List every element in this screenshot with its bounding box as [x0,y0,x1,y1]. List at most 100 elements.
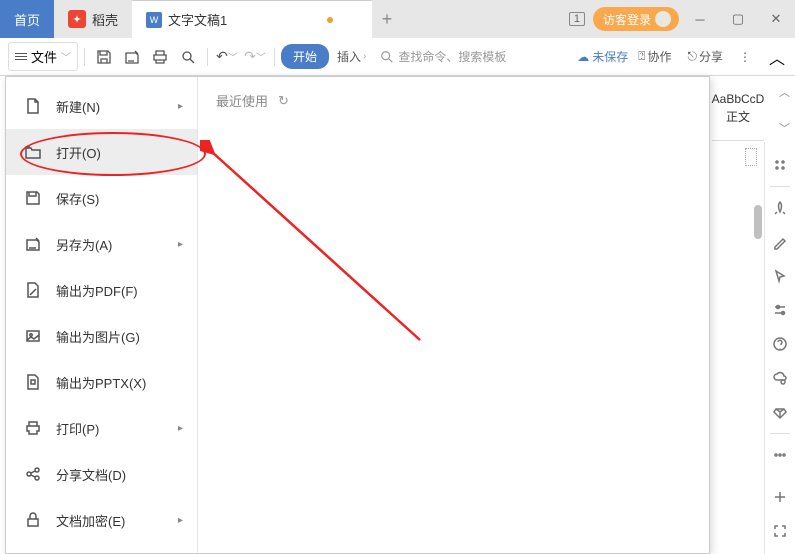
refresh-icon[interactable]: ↻ [278,93,289,109]
tab-home[interactable]: 首页 [0,0,54,38]
gem-icon[interactable] [765,395,795,429]
word-doc-icon: W [146,12,162,28]
search-icon [380,50,394,64]
plus-icon[interactable] [765,480,795,514]
style-scroll-up-icon[interactable]: ︿ [779,84,790,100]
more-button[interactable]: ⋮ [733,46,757,68]
separator [274,48,275,66]
cloud-icon: ☁ [577,50,589,64]
tab-docer[interactable]: ✦ 稻壳 [54,0,132,38]
share-icon: ⎋ [687,49,697,64]
style-preview-text: AaBbCcD [712,92,765,106]
lock-icon [24,511,42,529]
style-name: 正文 [726,108,750,125]
dots-icon[interactable] [765,438,795,472]
file-menu-recent-panel: 最近使用 ↻ [198,77,709,553]
menu-label: 打开(O) [56,143,101,162]
menu-label: 分享文档(D) [56,465,126,484]
preview-icon-button[interactable] [175,44,201,70]
menu-label: 新建(N) [56,97,100,116]
file-menu-button[interactable]: 文件 ﹀ [8,42,78,71]
chevron-right-icon: ▸ [178,239,183,250]
menu-encrypt[interactable]: 文档加密(E) ▸ [6,497,197,543]
collab-icon: ⍰ [638,49,645,64]
menu-save-as[interactable]: 另存为(A) ▸ [6,221,197,267]
unsaved-dot-icon [327,17,333,23]
menu-label: 另存为(A) [56,235,112,254]
pptx-icon [24,373,42,391]
file-menu-panel: 新建(N) ▸ 打开(O) 保存(S) 另存为(A) ▸ 输出为PDF(F) 输… [5,76,710,554]
chevron-right-icon: ▸ [178,101,183,112]
style-scroll-down-icon[interactable]: ﹀ [779,120,790,136]
menu-new[interactable]: 新建(N) ▸ [6,83,197,129]
menu-label: 输出为图片(G) [56,327,140,346]
side-rail [764,142,795,554]
save-icon-button[interactable] [91,44,117,70]
pdf-icon [24,281,42,299]
search-placeholder: 查找命令、搜索模板 [398,48,506,65]
recent-files-header: 最近使用 ↻ [216,91,691,110]
chevron-right-icon: ▸ [178,423,183,434]
scrollbar-thumb[interactable] [754,205,762,239]
file-menu-list: 新建(N) ▸ 打开(O) 保存(S) 另存为(A) ▸ 输出为PDF(F) 输… [6,77,198,553]
login-button[interactable]: 访客登录 [593,7,679,31]
menu-print[interactable]: 打印(P) ▸ [6,405,197,451]
minimize-button[interactable]: ─ [683,0,717,38]
tab-insert[interactable]: 插入 › [331,44,372,69]
share-button[interactable]: ⎋ 分享 [681,44,729,69]
menu-label: 输出为PPTX(X) [56,373,146,392]
menu-share-doc[interactable]: 分享文档(D) [6,451,197,497]
new-tab-button[interactable]: + [372,0,402,38]
rail-handle-icon[interactable] [765,148,795,182]
menu-save[interactable]: 保存(S) [6,175,197,221]
menu-label: 保存(S) [56,189,99,208]
collab-label: 协作 [647,48,671,65]
ruler-marker [745,148,757,166]
unsaved-label: 未保存 [592,48,628,65]
menu-export-pdf[interactable]: 输出为PDF(F) [6,267,197,313]
chevron-right-icon: › [363,51,366,62]
main-toolbar: 文件 ﹀ ↶﹀ ↷﹀ 开始 插入 › 查找命令、搜索模板 ☁ 未保存 ⍰ 协作 … [0,38,795,76]
unsaved-status[interactable]: ☁ 未保存 [577,48,628,65]
tab-document[interactable]: W 文字文稿1 [132,0,372,38]
redo-button[interactable]: ↷﹀ [242,44,268,70]
sliders-icon[interactable] [765,293,795,327]
toolbar-right: ☁ 未保存 ⍰ 协作 ⎋ 分享 ⋮ ︿ [577,44,787,69]
login-label: 访客登录 [603,11,651,28]
style-gallery-item[interactable]: AaBbCcD 正文 [712,76,764,141]
cursor-icon[interactable] [765,259,795,293]
chevron-down-icon: ﹀ [61,49,71,64]
title-bar: 首页 ✦ 稻壳 W 文字文稿1 + 1 访客登录 ─ ▢ ✕ [0,0,795,38]
tab-counter[interactable]: 1 [569,12,585,26]
image-icon [24,327,42,345]
print-icon [24,419,42,437]
separator [207,48,208,66]
rocket-icon[interactable] [765,191,795,225]
menu-export-image[interactable]: 输出为图片(G) [6,313,197,359]
print-icon-button[interactable] [147,44,173,70]
help-icon[interactable] [765,327,795,361]
save-icon [24,189,42,207]
command-search[interactable]: 查找命令、搜索模板 [380,48,506,65]
expand-icon[interactable] [765,514,795,548]
save-as-icon [24,235,42,253]
collapse-ribbon-button[interactable]: ︿ [767,45,787,69]
undo-button[interactable]: ↶﹀ [214,44,240,70]
cloud-settings-icon[interactable] [765,361,795,395]
tab-document-label: 文字文稿1 [168,10,227,29]
share-label: 分享 [699,48,723,65]
pencil-icon[interactable] [765,225,795,259]
separator [84,48,85,66]
folder-open-icon [24,143,42,161]
separator [770,186,790,187]
collab-button[interactable]: ⍰ 协作 [632,44,677,69]
menu-export-pptx[interactable]: 输出为PPTX(X) [6,359,197,405]
recent-label: 最近使用 [216,91,268,110]
share-doc-icon [24,465,42,483]
menu-open[interactable]: 打开(O) [6,129,197,175]
separator [770,433,790,434]
save-as-icon-button[interactable] [119,44,145,70]
tab-start[interactable]: 开始 [281,44,329,69]
maximize-button[interactable]: ▢ [721,0,755,38]
close-button[interactable]: ✕ [759,0,793,38]
